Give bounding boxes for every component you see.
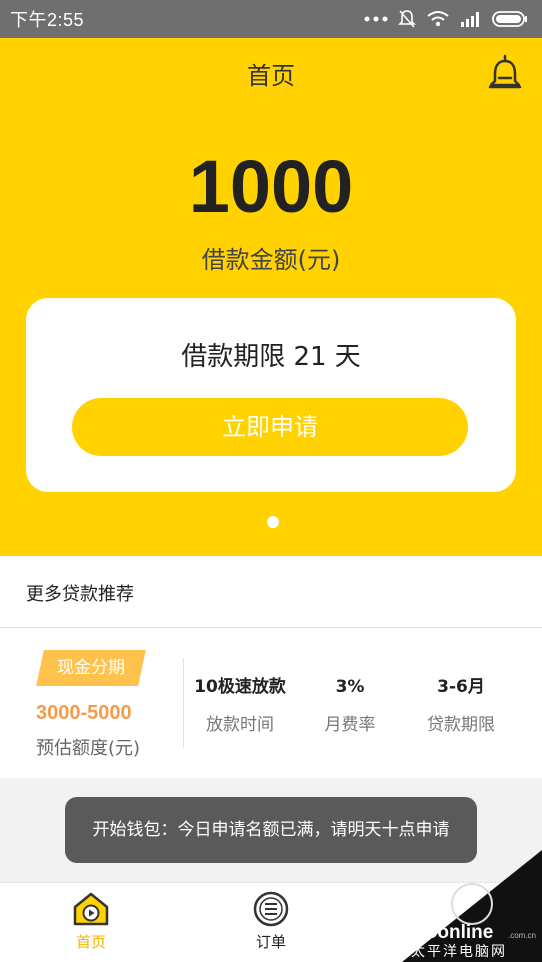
loan-amount-label: 借款金额(元) bbox=[201, 246, 341, 274]
stat-label: 贷款期限 bbox=[427, 715, 495, 735]
nav-item-orders[interactable]: 订单 bbox=[231, 891, 311, 952]
status-time: 下午2:55 bbox=[10, 10, 85, 30]
watermark-brand: PConline bbox=[411, 922, 493, 943]
nav-label: 首页 bbox=[75, 933, 106, 951]
mute-icon bbox=[398, 10, 416, 28]
notification-button[interactable] bbox=[488, 54, 522, 94]
nav-item-home[interactable]: 首页 bbox=[51, 891, 131, 952]
stat-monthly-rate: 3% 月费率 bbox=[290, 674, 410, 735]
product-range: 3000-5000 bbox=[36, 702, 132, 724]
stat-label: 放款时间 bbox=[206, 715, 274, 735]
section-header: 更多贷款推荐 bbox=[0, 556, 542, 628]
product-card[interactable]: 现金分期 3000-5000 预估额度(元) 10极速放款 放款时间 3% 月费… bbox=[0, 628, 542, 778]
status-icons bbox=[364, 9, 528, 29]
status-bar: 下午2:55 bbox=[0, 0, 542, 38]
wifi-icon bbox=[427, 11, 449, 27]
stat-label: 月费率 bbox=[324, 715, 376, 735]
apply-now-button[interactable]: 立即申请 bbox=[72, 398, 468, 456]
product-range-label: 预估额度(元) bbox=[36, 738, 141, 759]
pager-dot bbox=[267, 516, 279, 528]
more-dots-icon bbox=[364, 16, 388, 22]
home-icon bbox=[73, 892, 109, 926]
page-title: 首页 bbox=[247, 62, 295, 90]
loan-term: 借款期限 21 天 bbox=[181, 342, 361, 372]
battery-icon bbox=[492, 11, 527, 27]
stat-loan-term: 3-6月 贷款期限 bbox=[401, 674, 521, 735]
stat-value: 3% bbox=[335, 677, 365, 697]
orders-icon bbox=[253, 891, 289, 927]
stat-disbursement: 10极速放款 放款时间 bbox=[180, 674, 300, 735]
loan-amount: 1000 bbox=[188, 145, 354, 228]
stat-value: 10极速放款 bbox=[194, 677, 286, 697]
product-tag: 现金分期 bbox=[57, 658, 125, 678]
watermark-sub: 太平洋电脑网 bbox=[411, 944, 507, 960]
watermark-domain: .com.cn bbox=[508, 931, 536, 940]
loan-card: 借款期限 21 天 立即申请 bbox=[26, 298, 516, 492]
section-title: 更多贷款推荐 bbox=[26, 584, 134, 605]
bell-icon bbox=[488, 54, 522, 89]
stat-value: 3-6月 bbox=[437, 677, 485, 697]
pconline-watermark: PConline .com.cn 太平洋电脑网 bbox=[402, 850, 542, 962]
signal-icon bbox=[461, 12, 479, 27]
nav-label: 订单 bbox=[255, 933, 286, 951]
